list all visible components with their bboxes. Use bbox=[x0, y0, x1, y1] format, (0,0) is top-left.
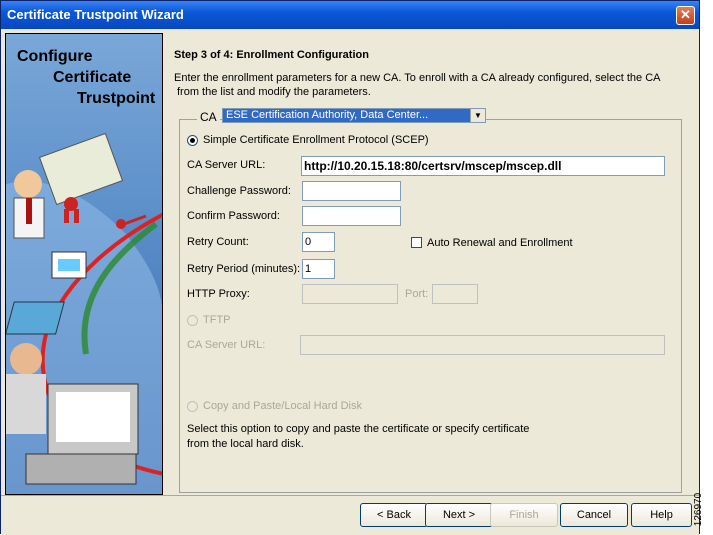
port-input[interactable] bbox=[432, 284, 478, 304]
step-description-line2: from the list and modify the parameters. bbox=[177, 86, 371, 98]
ca-label: CA bbox=[197, 110, 220, 124]
copy-paste-label: Copy and Paste/Local Hard Disk bbox=[203, 400, 362, 412]
finish-button[interactable]: Finish bbox=[490, 503, 558, 527]
retry-count-input[interactable]: 0 bbox=[302, 232, 335, 252]
step-title: Step 3 of 4: Enrollment Configuration bbox=[174, 49, 369, 61]
copy-paste-description-line1: Select this option to copy and paste the… bbox=[187, 423, 530, 435]
wizard-window: Certificate Trustpoint Wizard ✕ Configur… bbox=[0, 0, 700, 535]
next-button[interactable]: Next > bbox=[425, 503, 493, 527]
sidebar-title-line1: Configure bbox=[17, 48, 93, 65]
sidebar-title-line3: Trustpoint bbox=[77, 90, 156, 107]
tftp-label: TFTP bbox=[203, 314, 231, 326]
figure-id-text: 126970 bbox=[693, 492, 705, 527]
scep-label: Simple Certificate Enrollment Protocol (… bbox=[203, 134, 429, 146]
tftp-server-url-label: CA Server URL: bbox=[187, 339, 266, 351]
title-bar: Certificate Trustpoint Wizard ✕ bbox=[1, 1, 699, 29]
sidebar-title-line2: Certificate bbox=[53, 69, 132, 86]
ca-server-url-label: CA Server URL: bbox=[187, 159, 266, 171]
wizard-side-panel: Configure Certificate Trustpoint bbox=[5, 33, 163, 495]
retry-period-input[interactable]: 1 bbox=[302, 259, 335, 279]
close-button[interactable]: ✕ bbox=[676, 6, 695, 25]
retry-period-label: Retry Period (minutes): bbox=[187, 263, 301, 275]
back-button[interactable]: < Back bbox=[360, 503, 428, 527]
copy-paste-description-line2: from the local hard disk. bbox=[187, 438, 304, 450]
ca-selected-value: ESE Certification Authority, Data Center… bbox=[223, 109, 470, 122]
chevron-down-icon[interactable]: ▼ bbox=[470, 109, 485, 122]
tftp-server-url-input[interactable] bbox=[300, 335, 665, 355]
http-proxy-input[interactable] bbox=[302, 284, 398, 304]
help-button[interactable]: Help bbox=[631, 503, 692, 527]
cancel-button[interactable]: Cancel bbox=[560, 503, 628, 527]
challenge-password-input[interactable] bbox=[302, 181, 401, 201]
confirm-password-input[interactable] bbox=[302, 206, 401, 226]
ca-server-url-input[interactable]: http://10.20.15.18:80/certsrv/mscep/msce… bbox=[301, 156, 665, 176]
tftp-radio[interactable] bbox=[187, 315, 198, 326]
confirm-password-label: Confirm Password: bbox=[187, 210, 280, 222]
figure-id: 126970 bbox=[693, 488, 713, 534]
auto-renewal-label: Auto Renewal and Enrollment bbox=[427, 237, 573, 249]
copy-paste-radio[interactable] bbox=[187, 401, 198, 412]
auto-renewal-checkbox[interactable] bbox=[411, 237, 422, 248]
ca-select[interactable]: ESE Certification Authority, Data Center… bbox=[222, 108, 486, 123]
challenge-password-label: Challenge Password: bbox=[187, 185, 291, 197]
http-proxy-label: HTTP Proxy: bbox=[187, 288, 250, 300]
scep-radio[interactable] bbox=[187, 135, 198, 146]
step-description-line1: Enter the enrollment parameters for a ne… bbox=[174, 72, 661, 84]
retry-count-label: Retry Count: bbox=[187, 236, 249, 248]
port-label: Port: bbox=[405, 288, 429, 300]
close-icon: ✕ bbox=[680, 7, 691, 22]
window-title: Certificate Trustpoint Wizard bbox=[7, 7, 184, 22]
